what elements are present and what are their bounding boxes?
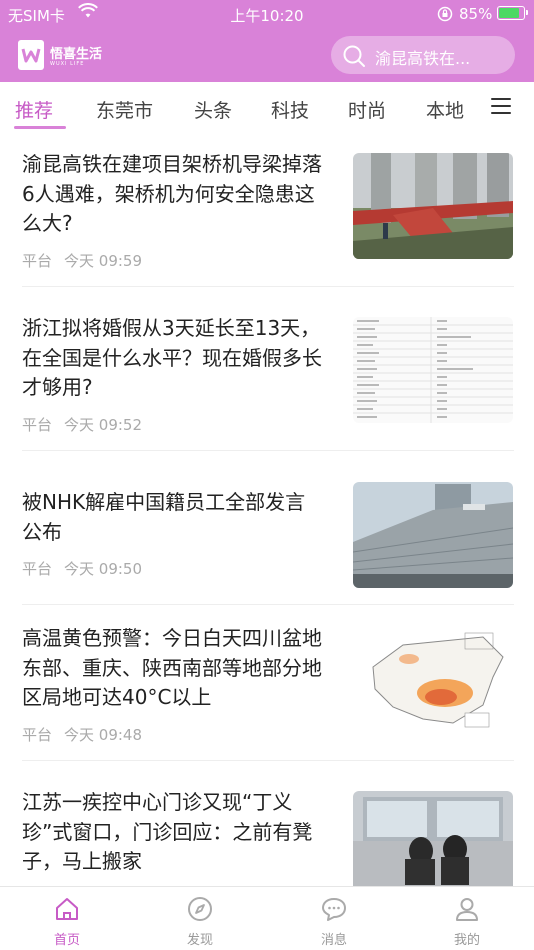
article-item[interactable]: 浙江拟将婚假从3天延长至13天，在全国是什么水平？现在婚假多长才够用? 平台 今天… xyxy=(0,314,534,478)
status-bar: 无SIM卡 上午10:20 85% xyxy=(0,0,534,28)
article-source: 平台 xyxy=(22,560,53,578)
article-divider xyxy=(22,450,514,451)
home-icon xyxy=(56,898,78,920)
article-meta: 平台 今天 09:59 xyxy=(22,250,142,271)
nav-messages[interactable]: 消息 xyxy=(294,895,374,948)
article-meta: 平台 今天 09:50 xyxy=(22,558,142,579)
article-item[interactable]: 高温黄色预警：今日白天四川盆地东部、重庆、陕西南部等地部分地区局地可达40°C以… xyxy=(0,624,534,788)
battery-charging-icon xyxy=(497,6,528,20)
search-placeholder: 渝昆高铁在... xyxy=(375,49,471,68)
china-heat-map-image xyxy=(353,627,513,733)
article-divider xyxy=(22,760,514,761)
article-title: 浙江拟将婚假从3天延长至13天，在全国是什么水平？现在婚假多长才够用? xyxy=(22,316,322,399)
tab-dongguan[interactable]: 东莞市 xyxy=(96,96,153,123)
nhk-building-photo xyxy=(353,482,513,588)
article-source: 平台 xyxy=(22,252,53,270)
logo-badge-icon xyxy=(18,40,44,70)
article-time: 今天 09:48 xyxy=(64,726,143,744)
nav-home-label: 首页 xyxy=(53,933,80,948)
nav-messages-label: 消息 xyxy=(320,933,347,948)
tab-headlines[interactable]: 头条 xyxy=(194,96,232,123)
article-title: 江苏一疾控中心门诊又现“丁义珍”式窗口，门诊回应：之前有凳子，马上搬家 xyxy=(22,790,313,873)
status-time: 上午10:20 xyxy=(230,7,304,25)
article-divider xyxy=(22,604,514,605)
article-time: 今天 09:59 xyxy=(64,252,143,270)
battery-percent: 85% xyxy=(459,5,493,23)
bottom-tab-bar: 首页 发现 消息 我的 xyxy=(0,886,534,950)
logo-subtext: WUXI LIFE xyxy=(50,61,85,67)
article-source: 平台 xyxy=(22,726,53,744)
tab-recommend[interactable]: 推荐 xyxy=(15,96,53,123)
tab-tech[interactable]: 科技 xyxy=(271,96,309,123)
article-title: 被NHK解雇中国籍员工全部发言公布 xyxy=(22,490,306,544)
category-tabs: 推荐 东莞市 头条 科技 时尚 本地 xyxy=(0,82,534,132)
logo-text: 悟喜生活 xyxy=(50,47,103,62)
article-source: 平台 xyxy=(22,416,53,434)
orientation-lock-icon xyxy=(437,6,453,26)
nav-profile[interactable]: 我的 xyxy=(427,895,507,948)
marriage-leave-table-image xyxy=(353,317,513,423)
nav-profile-label: 我的 xyxy=(453,933,480,948)
active-tab-indicator xyxy=(14,126,66,129)
article-item[interactable]: 渝昆高铁在建项目架桥机导梁掉落6人遇难，架桥机为何安全隐患这么大? 平台 今天 0… xyxy=(0,150,534,314)
nav-home[interactable]: 首页 xyxy=(27,895,107,948)
search-icon xyxy=(343,45,365,67)
clinic-window-photo xyxy=(353,791,513,897)
tab-fashion[interactable]: 时尚 xyxy=(348,96,386,123)
compass-icon xyxy=(188,897,212,921)
message-icon xyxy=(322,898,346,921)
nav-discover-label: 发现 xyxy=(186,933,213,948)
user-icon xyxy=(456,898,478,921)
tab-local[interactable]: 本地 xyxy=(426,96,464,123)
app-logo: 悟喜生活 WUXI LIFE xyxy=(18,38,102,72)
nav-discover[interactable]: 发现 xyxy=(160,895,240,948)
collapsed-bridge-girder-photo xyxy=(353,153,513,259)
article-divider xyxy=(22,286,514,287)
menu-icon[interactable] xyxy=(491,98,511,116)
article-meta: 平台 今天 09:48 xyxy=(22,724,142,745)
app-header: 无SIM卡 上午10:20 85% 悟喜生活 WUXI LIFE 渝昆高铁在..… xyxy=(0,0,534,82)
search-input[interactable]: 渝昆高铁在... xyxy=(331,36,515,74)
article-title: 渝昆高铁在建项目架桥机导梁掉落6人遇难，架桥机为何安全隐患这么大? xyxy=(22,152,322,235)
article-title: 高温黄色预警：今日白天四川盆地东部、重庆、陕西南部等地部分地区局地可达40°C以… xyxy=(22,626,322,709)
article-time: 今天 09:52 xyxy=(64,416,143,434)
article-meta: 平台 今天 09:52 xyxy=(22,414,142,435)
article-time: 今天 09:50 xyxy=(64,560,143,578)
